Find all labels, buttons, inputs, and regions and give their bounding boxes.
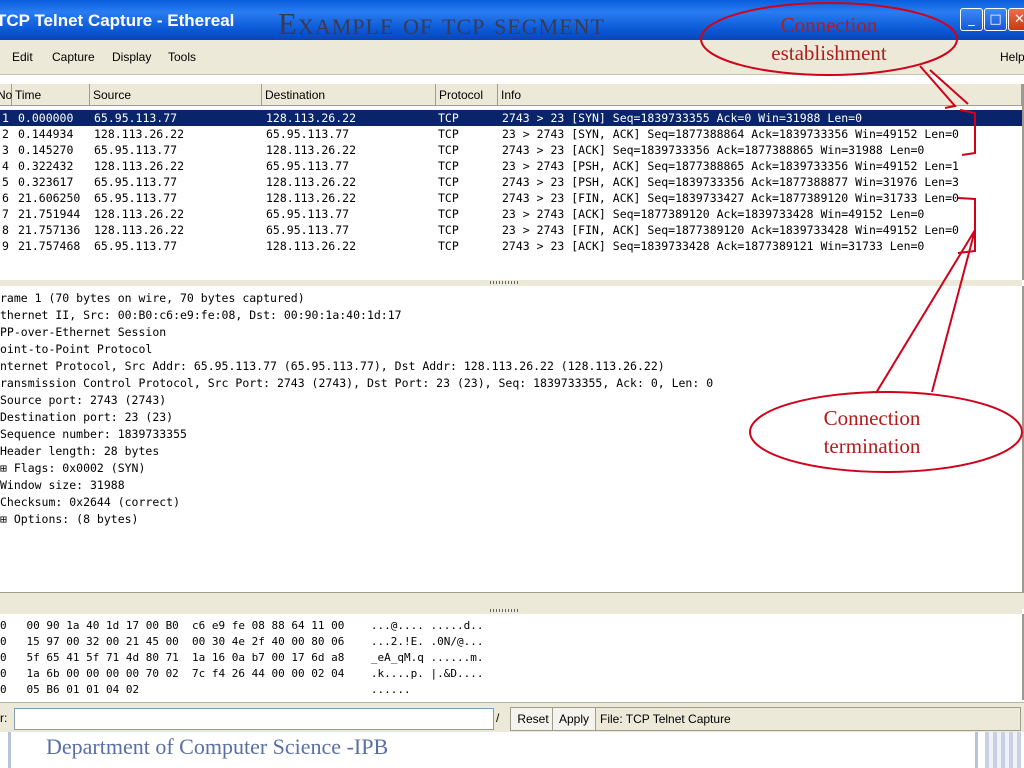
termination-line-1: Connection bbox=[823, 406, 921, 430]
annotation-overlay bbox=[700, 2, 1023, 473]
establishment-line-1: Connection bbox=[780, 13, 878, 37]
termination-arrow bbox=[875, 229, 976, 394]
termination-line-2: termination bbox=[823, 434, 921, 458]
establishment-label: Connection establishment bbox=[742, 11, 916, 67]
establishment-bracket bbox=[959, 109, 976, 156]
establishment-line-2: establishment bbox=[771, 41, 887, 65]
termination-label: Connection termination bbox=[786, 404, 958, 460]
